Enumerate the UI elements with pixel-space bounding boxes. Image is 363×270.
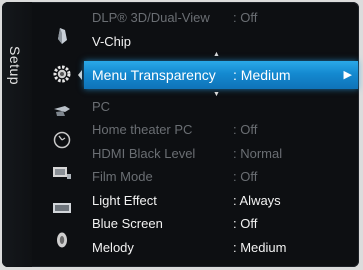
channel-icon[interactable]: [52, 163, 72, 183]
menu-item-value: : Medium: [233, 67, 291, 83]
menu-item-label: HDMI Black Level: [92, 146, 196, 161]
menu-item-value: : Medium: [233, 240, 287, 255]
category-icon-column: [40, 0, 84, 270]
menu-item-label: DLP® 3D/Dual-View: [92, 10, 210, 25]
menu-item-label: Melody: [92, 240, 134, 255]
picture-icon[interactable]: [52, 26, 72, 46]
menu-item-label: PC: [92, 99, 111, 114]
submenu-arrow-icon: ▶: [343, 69, 352, 81]
sidebar: Setup: [2, 2, 32, 267]
input-icon[interactable]: [52, 101, 72, 121]
menu-item-value: : Off: [233, 216, 258, 231]
menu-item-value: : Off: [233, 10, 258, 25]
application-icon[interactable]: [52, 198, 72, 218]
scroll-down-indicator: ▼: [213, 91, 220, 98]
selection-pointer-icon: [78, 70, 82, 80]
menu-item-value: : Normal: [233, 146, 283, 161]
menu-item-value: : Always: [233, 193, 281, 208]
menu-item-label: Home theater PC: [92, 122, 193, 137]
clock-icon[interactable]: [52, 130, 72, 150]
menu-item-label: V-Chip: [92, 34, 132, 49]
menu-item-label: Menu Transparency: [92, 67, 216, 83]
scroll-up-indicator: ▲: [213, 51, 220, 58]
menu-item-label: Blue Screen: [92, 216, 163, 231]
menu-item-value: : Off: [233, 169, 258, 184]
setup-gear-icon[interactable]: [52, 64, 72, 84]
menu-item-menu-transparency[interactable]: Menu Transparency : Medium ▶: [84, 61, 358, 89]
sidebar-label: Setup: [7, 46, 23, 86]
sound-icon[interactable]: [52, 230, 72, 250]
menu-item-label: Light Effect: [92, 193, 157, 208]
menu-item-label: Film Mode: [92, 169, 153, 184]
menu-item-value: : Off: [233, 122, 258, 137]
